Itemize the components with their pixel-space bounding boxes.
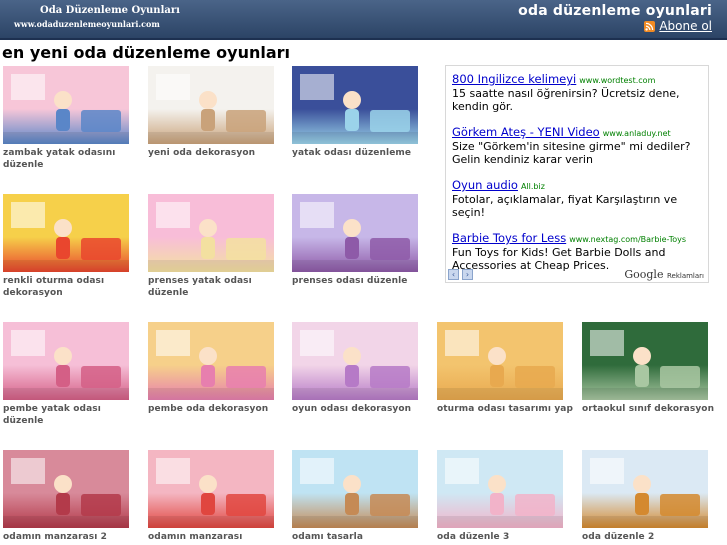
ad-text: 15 saatte nasıl öğrenirsin? Ücretsiz den…	[452, 87, 680, 113]
game-thumbnail[interactable]	[437, 322, 563, 400]
game-card[interactable]: oturma odası tasarımı yap	[437, 322, 577, 415]
game-card[interactable]: oda düzenle 3	[437, 450, 577, 543]
logo-url[interactable]: www.odaduzenlemeoyunlari.com	[14, 19, 160, 29]
game-title[interactable]: odamı tasarla	[292, 531, 432, 543]
game-card[interactable]: odamı tasarla	[292, 450, 432, 543]
game-thumbnail[interactable]	[437, 450, 563, 528]
ad-item[interactable]: Görkem Ateş - YENI Video www.anladuy.net …	[452, 121, 702, 166]
game-thumbnail[interactable]	[148, 450, 274, 528]
game-card[interactable]: oyun odası dekorasyon	[292, 322, 432, 415]
game-title[interactable]: yeni oda dekorasyon	[148, 147, 288, 159]
game-thumbnail[interactable]	[3, 66, 129, 144]
game-title[interactable]: yatak odası düzenleme	[292, 147, 432, 159]
game-card[interactable]: pembe yatak odası düzenle	[3, 322, 143, 427]
logo-title[interactable]: Oda Düzenleme Oyunları	[40, 5, 180, 16]
game-thumbnail[interactable]	[148, 194, 274, 272]
game-title[interactable]: renkli oturma odası dekorasyon	[3, 275, 143, 299]
game-card[interactable]: yatak odası düzenleme	[292, 66, 432, 159]
game-thumbnail[interactable]	[3, 322, 129, 400]
game-title[interactable]: oyun odası dekorasyon	[292, 403, 432, 415]
ad-next-button[interactable]: ›	[462, 269, 473, 280]
ad-prev-button[interactable]: ‹	[448, 269, 459, 280]
game-thumbnail[interactable]	[292, 450, 418, 528]
page-heading: en yeni oda düzenleme oyunları	[2, 43, 291, 62]
game-thumbnail[interactable]	[3, 450, 129, 528]
game-card[interactable]: odamın manzarası	[148, 450, 288, 543]
game-title[interactable]: oda düzenle 2	[582, 531, 722, 543]
game-thumbnail[interactable]	[3, 194, 129, 272]
ad-item[interactable]: 800 Ingilizce kelimeyi www.wordtest.com 1…	[452, 68, 702, 113]
game-card[interactable]: yeni oda dekorasyon	[148, 66, 288, 159]
ad-title[interactable]: Görkem Ateş - YENI Video	[452, 125, 600, 139]
ad-domain: www.wordtest.com	[579, 76, 656, 85]
game-title[interactable]: oda düzenle 3	[437, 531, 577, 543]
game-title[interactable]: ortaokul sınıf dekorasyon	[582, 403, 722, 415]
game-card[interactable]: zambak yatak odasını düzenle	[3, 66, 143, 171]
ad-title[interactable]: 800 Ingilizce kelimeyi	[452, 72, 576, 86]
game-card[interactable]: ortaokul sınıf dekorasyon	[582, 322, 722, 415]
game-thumbnail[interactable]	[582, 322, 708, 400]
game-title[interactable]: odamın manzarası 2	[3, 531, 143, 543]
ad-text: Size "Görkem'in sitesine girme" mi dedil…	[452, 140, 691, 166]
game-card[interactable]: renkli oturma odası dekorasyon	[3, 194, 143, 299]
game-card[interactable]: odamın manzarası 2	[3, 450, 143, 543]
ad-panel: 800 Ingilizce kelimeyi www.wordtest.com 1…	[445, 65, 709, 283]
site-title[interactable]: oda düzenleme oyunlari	[518, 3, 712, 19]
ad-domain: All.biz	[520, 182, 545, 191]
game-title[interactable]: prenses yatak odası düzenle	[148, 275, 288, 299]
rss-icon	[644, 20, 656, 32]
game-thumbnail[interactable]	[582, 450, 708, 528]
ad-footer: ‹ › Google Reklamları	[446, 266, 708, 282]
game-card[interactable]: oda düzenle 2	[582, 450, 722, 543]
ad-title[interactable]: Oyun audio	[452, 178, 518, 192]
ad-text: Fotolar, açıklamalar, fiyat Karşılaştırı…	[452, 193, 678, 219]
google-logo: Google	[624, 268, 664, 281]
game-thumbnail[interactable]	[148, 66, 274, 144]
game-card[interactable]: prenses odası düzenle	[292, 194, 432, 287]
game-title[interactable]: prenses odası düzenle	[292, 275, 432, 287]
game-thumbnail[interactable]	[292, 322, 418, 400]
game-thumbnail[interactable]	[148, 322, 274, 400]
subscribe-label: Abone ol	[659, 19, 712, 33]
game-card[interactable]: prenses yatak odası düzenle	[148, 194, 288, 299]
game-title[interactable]: pembe yatak odası düzenle	[3, 403, 143, 427]
game-thumbnail[interactable]	[292, 66, 418, 144]
game-card[interactable]: pembe oda dekorasyon	[148, 322, 288, 415]
game-title[interactable]: odamın manzarası	[148, 531, 288, 543]
google-ads-label: Reklamları	[666, 272, 704, 280]
ad-domain: www.anladuy.net	[602, 129, 671, 138]
site-header: Oda Düzenleme Oyunları www.odaduzenlemeo…	[0, 0, 727, 40]
ad-domain: www.nextag.com/Barbie-Toys	[569, 235, 687, 244]
game-title[interactable]: zambak yatak odasını düzenle	[3, 147, 143, 171]
game-thumbnail[interactable]	[292, 194, 418, 272]
subscribe-link[interactable]: Abone ol	[644, 19, 712, 33]
ad-title[interactable]: Barbie Toys for Less	[452, 231, 566, 245]
game-title[interactable]: oturma odası tasarımı yap	[437, 403, 577, 415]
game-title[interactable]: pembe oda dekorasyon	[148, 403, 288, 415]
google-ads-link[interactable]: Google Reklamları	[624, 268, 704, 281]
ad-item[interactable]: Oyun audio All.biz Fotolar, açıklamalar, …	[452, 174, 702, 219]
